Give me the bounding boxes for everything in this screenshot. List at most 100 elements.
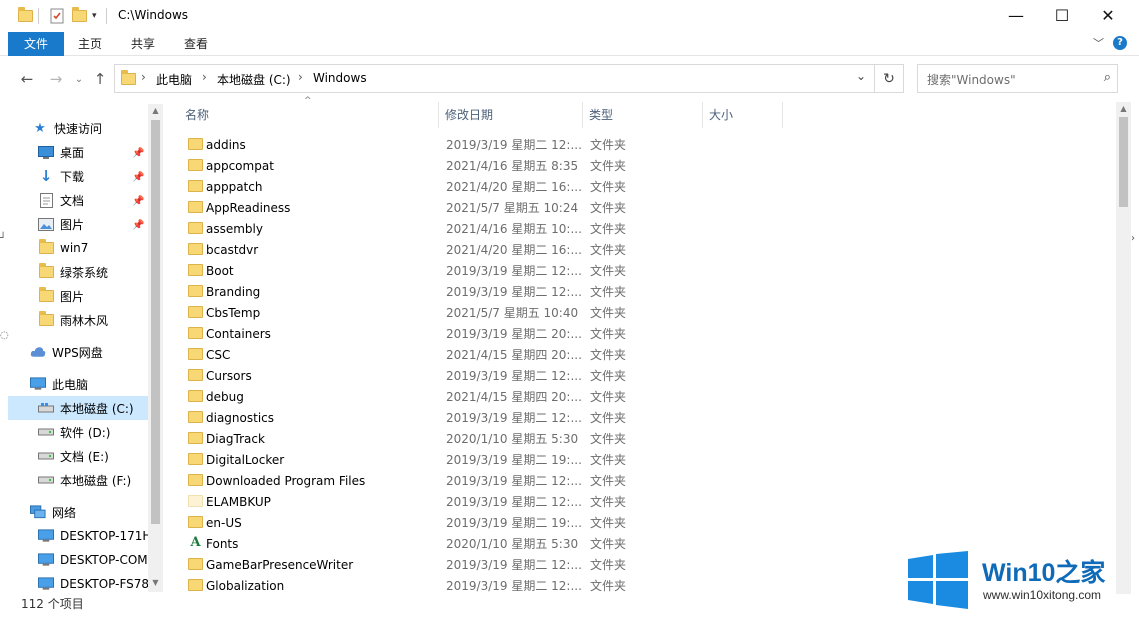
nav-this-pc[interactable]: 此电脑 bbox=[30, 372, 88, 396]
customize-toolbar-icon[interactable]: ▾ bbox=[92, 6, 97, 26]
nav-item-documents[interactable]: 文档 bbox=[38, 188, 84, 212]
breadcrumb-windows[interactable]: Windows bbox=[313, 71, 367, 85]
up-button[interactable]: ↑ bbox=[89, 68, 111, 90]
back-button[interactable]: ← bbox=[16, 68, 38, 90]
nav-network[interactable]: 网络 bbox=[30, 500, 76, 524]
breadcrumb-separator[interactable]: › bbox=[298, 70, 303, 84]
file-row[interactable]: CSC 2021/4/15 星期四 20:... 文件夹 bbox=[180, 344, 780, 365]
pin-icon[interactable]: 📌 bbox=[132, 148, 144, 159]
breadcrumb-drive-c[interactable]: 本地磁盘 (C:) bbox=[217, 71, 291, 88]
nav-computer-2[interactable]: DESKTOP-COM bbox=[38, 548, 148, 572]
nav-computer-3[interactable]: DESKTOP-FS78 bbox=[38, 572, 149, 594]
folder-icon bbox=[188, 285, 203, 297]
file-row[interactable]: assembly 2021/4/16 星期五 10:... 文件夹 bbox=[180, 218, 780, 239]
tab-view[interactable]: 查看 bbox=[172, 32, 220, 56]
minimize-button[interactable]: — bbox=[993, 0, 1039, 31]
file-row[interactable]: A Fonts 2020/1/10 星期五 5:30 文件夹 bbox=[180, 533, 780, 554]
help-icon[interactable]: ? bbox=[1113, 36, 1127, 50]
scroll-up-arrow-icon[interactable]: ▲ bbox=[1116, 102, 1131, 116]
column-header-size[interactable]: 大小 bbox=[703, 102, 783, 128]
file-modified-date: 2019/3/19 星期二 12:... bbox=[446, 138, 582, 152]
file-row[interactable]: ELAMBKUP 2019/3/19 星期二 12:... 文件夹 bbox=[180, 491, 780, 512]
file-row[interactable]: DigitalLocker 2019/3/19 星期二 19:... 文件夹 bbox=[180, 449, 780, 470]
file-row[interactable]: Cursors 2019/3/19 星期二 12:... 文件夹 bbox=[180, 365, 780, 386]
pin-icon[interactable]: 📌 bbox=[132, 196, 144, 207]
column-header-modified[interactable]: 修改日期 bbox=[439, 102, 583, 128]
nav-item-desktop[interactable]: 桌面 bbox=[38, 140, 84, 164]
refresh-button[interactable]: ↻ bbox=[875, 64, 904, 93]
tab-home[interactable]: 主页 bbox=[66, 32, 114, 56]
file-type: 文件夹 bbox=[590, 138, 627, 152]
nav-quick-access[interactable]: ★ 快速访问 bbox=[32, 116, 102, 140]
file-row[interactable]: Containers 2019/3/19 星期二 20:... 文件夹 bbox=[180, 323, 780, 344]
folder-icon bbox=[38, 263, 54, 279]
address-bar[interactable]: › 此电脑 › 本地磁盘 (C:) › Windows ⌄ bbox=[114, 64, 875, 93]
nav-item-pictures[interactable]: 图片 bbox=[38, 212, 84, 236]
maximize-button[interactable]: ☐ bbox=[1039, 0, 1085, 31]
new-folder-icon[interactable] bbox=[72, 6, 87, 26]
file-row[interactable]: debug 2021/4/15 星期四 20:... 文件夹 bbox=[180, 386, 780, 407]
file-row[interactable]: appcompat 2021/4/16 星期五 8:35 文件夹 bbox=[180, 155, 780, 176]
nav-wps-drive[interactable]: WPS网盘 bbox=[30, 340, 103, 364]
file-list-scrollbar[interactable]: ▲ bbox=[1116, 102, 1131, 594]
nav-item-lvcha[interactable]: 绿茶系统 bbox=[38, 260, 108, 284]
nav-scrollbar-thumb[interactable] bbox=[151, 120, 160, 524]
file-modified-date: 2021/5/7 星期五 10:40 bbox=[446, 306, 579, 320]
breadcrumb-separator[interactable]: › bbox=[202, 70, 207, 84]
pin-icon[interactable]: 📌 bbox=[132, 172, 144, 183]
file-type: 文件夹 bbox=[590, 432, 627, 446]
scroll-down-arrow-icon[interactable]: ▼ bbox=[148, 576, 163, 590]
tab-file[interactable]: 文件 bbox=[8, 32, 64, 56]
file-name: Fonts bbox=[206, 536, 239, 551]
nav-item-yulin[interactable]: 雨林木风 bbox=[38, 308, 108, 332]
file-name: appcompat bbox=[206, 158, 274, 173]
nav-item-win7[interactable]: win7 bbox=[38, 236, 88, 260]
properties-icon[interactable] bbox=[50, 6, 64, 26]
drive-icon bbox=[38, 401, 54, 415]
recent-locations-button[interactable]: ⌄ bbox=[68, 68, 90, 90]
breadcrumb-this-pc[interactable]: 此电脑 bbox=[156, 71, 192, 88]
file-modified-date: 2019/3/19 星期二 12:... bbox=[446, 495, 582, 509]
file-row[interactable]: Boot 2019/3/19 星期二 12:... 文件夹 bbox=[180, 260, 780, 281]
file-row[interactable]: apppatch 2021/4/20 星期二 16:... 文件夹 bbox=[180, 176, 780, 197]
drive-icon bbox=[38, 449, 54, 463]
file-row[interactable]: GameBarPresenceWriter 2019/3/19 星期二 12:..… bbox=[180, 554, 780, 575]
search-icon[interactable]: ⌕ bbox=[1104, 70, 1111, 85]
nav-drive-f[interactable]: 本地磁盘 (F:) bbox=[38, 468, 131, 492]
file-row[interactable]: DiagTrack 2020/1/10 星期五 5:30 文件夹 bbox=[180, 428, 780, 449]
nav-item-pictures-folder[interactable]: 图片 bbox=[38, 284, 84, 308]
file-list-scrollbar-thumb[interactable] bbox=[1119, 117, 1128, 207]
nav-computer-1[interactable]: DESKTOP-171H bbox=[38, 524, 151, 548]
file-row[interactable]: CbsTemp 2021/5/7 星期五 10:40 文件夹 bbox=[180, 302, 780, 323]
nav-drive-e[interactable]: 文档 (E:) bbox=[38, 444, 109, 468]
file-row[interactable]: Globalization 2019/3/19 星期二 12:... 文件夹 bbox=[180, 575, 780, 594]
file-modified-date: 2019/3/19 星期二 12:... bbox=[446, 369, 582, 383]
address-dropdown-icon[interactable]: ⌄ bbox=[856, 69, 866, 83]
folder-icon bbox=[188, 306, 203, 318]
file-modified-date: 2021/4/20 星期二 16:... bbox=[446, 180, 582, 194]
folder-icon bbox=[188, 558, 203, 570]
nav-drive-c[interactable]: 本地磁盘 (C:) bbox=[8, 396, 148, 420]
file-row[interactable]: Downloaded Program Files 2019/3/19 星期二 12… bbox=[180, 470, 780, 491]
file-row[interactable]: en-US 2019/3/19 星期二 19:... 文件夹 bbox=[180, 512, 780, 533]
file-row[interactable]: diagnostics 2019/3/19 星期二 12:... 文件夹 bbox=[180, 407, 780, 428]
nav-item-downloads[interactable]: ↓ 下载 bbox=[38, 164, 84, 188]
file-row[interactable]: Branding 2019/3/19 星期二 12:... 文件夹 bbox=[180, 281, 780, 302]
column-header-name[interactable]: 名称 bbox=[179, 102, 439, 128]
pin-icon[interactable]: 📌 bbox=[132, 220, 144, 231]
search-box[interactable]: 搜索"Windows" ⌕ bbox=[917, 64, 1118, 93]
forward-button[interactable]: → bbox=[45, 68, 67, 90]
tab-share[interactable]: 共享 bbox=[119, 32, 167, 56]
close-button[interactable]: ✕ bbox=[1085, 0, 1131, 31]
folder-icon bbox=[188, 201, 203, 213]
file-row[interactable]: addins 2019/3/19 星期二 12:... 文件夹 bbox=[180, 134, 780, 155]
nav-drive-d[interactable]: 软件 (D:) bbox=[38, 420, 110, 444]
scroll-up-arrow-icon[interactable]: ▲ bbox=[148, 104, 163, 118]
file-row[interactable]: AppReadiness 2021/5/7 星期五 10:24 文件夹 bbox=[180, 197, 780, 218]
column-header-type[interactable]: 类型 bbox=[583, 102, 703, 128]
breadcrumb-separator[interactable]: › bbox=[141, 70, 146, 84]
ribbon-expand-icon[interactable]: ﹀ bbox=[1093, 35, 1104, 51]
window-folder-icon bbox=[18, 6, 33, 26]
file-row[interactable]: bcastdvr 2021/4/20 星期二 16:... 文件夹 bbox=[180, 239, 780, 260]
nav-scrollbar[interactable]: ▲ ▼ bbox=[148, 104, 163, 592]
